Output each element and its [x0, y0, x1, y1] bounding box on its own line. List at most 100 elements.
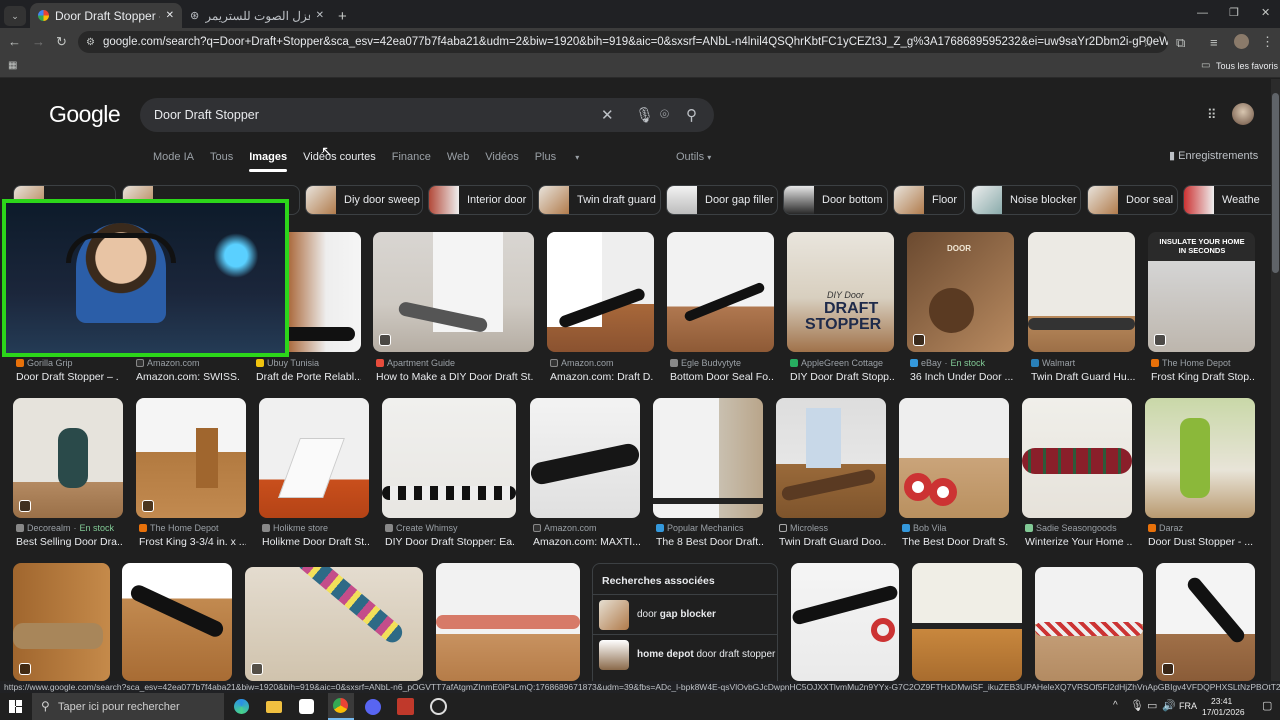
chip-floor[interactable]: Floor	[893, 185, 965, 215]
chip-twin-draft-guard[interactable]: Twin draft guard	[538, 185, 661, 215]
result-title[interactable]: Best Selling Door Dra...	[16, 536, 123, 548]
windows-start-icon[interactable]	[9, 700, 22, 713]
result-source[interactable]: Walmart	[1031, 358, 1135, 368]
tab-tous[interactable]: Tous	[210, 151, 233, 163]
tab-images[interactable]: Images	[249, 151, 287, 172]
tab-mode-ia[interactable]: Mode IA	[153, 151, 194, 163]
scrollbar-thumb[interactable]	[1272, 93, 1279, 273]
result-source[interactable]: Ubuy Tunisia	[256, 358, 361, 368]
result-image[interactable]	[912, 563, 1022, 681]
network-icon[interactable]: ▭	[1147, 699, 1157, 712]
result-image[interactable]: INSULATE YOUR HOME IN SECONDS	[1148, 232, 1255, 352]
result-title[interactable]: Twin Draft Guard Hu...	[1031, 371, 1135, 383]
result-image[interactable]	[547, 232, 654, 352]
result-image[interactable]	[899, 398, 1009, 518]
bookmark-star-icon[interactable]: ☆	[1142, 35, 1154, 51]
result-source[interactable]: Holikme store	[262, 523, 369, 533]
result-source[interactable]: Gorilla Grip	[16, 358, 116, 368]
tab-videos-courtes[interactable]: Vidéos courtes	[303, 151, 376, 163]
minimize-icon[interactable]: —	[1197, 7, 1208, 19]
all-bookmarks-link[interactable]: Tous les favoris	[1216, 61, 1278, 71]
reload-icon[interactable]: ↻	[56, 34, 67, 50]
file-explorer-icon[interactable]	[266, 701, 282, 713]
result-source[interactable]: Daraz	[1148, 523, 1255, 533]
google-apps-icon[interactable]: ⠿	[1207, 107, 1217, 123]
result-source[interactable]: Microless	[779, 523, 886, 533]
result-image[interactable]	[653, 398, 763, 518]
chip-door-gap-filler[interactable]: Door gap filler	[666, 185, 778, 215]
extensions-icon[interactable]: ⧉	[1176, 35, 1185, 51]
notification-icon[interactable]: ▢	[1262, 699, 1272, 712]
result-title[interactable]: Twin Draft Guard Doo...	[779, 536, 886, 548]
result-title[interactable]: How to Make a DIY Door Draft St...	[376, 371, 534, 383]
result-title[interactable]: Amazon.com: MAXTI...	[533, 536, 640, 548]
result-title[interactable]: Bottom Door Seal Fo...	[670, 371, 774, 383]
result-title[interactable]: Draft de Porte Relabl...	[256, 371, 361, 383]
result-source[interactable]: Create Whimsy	[385, 523, 516, 533]
tab-google-search[interactable]: Door Draft Stopper - Recherche ✕	[30, 3, 182, 28]
forward-icon[interactable]: →	[32, 34, 45, 49]
chip-diy-door-sweep[interactable]: Diy door sweep	[305, 185, 423, 215]
result-source[interactable]: Amazon.com	[136, 358, 236, 368]
result-title[interactable]: The Best Door Draft S...	[902, 536, 1009, 548]
chip-door-bottom[interactable]: Door bottom	[783, 185, 888, 215]
page-scrollbar[interactable]	[1271, 79, 1280, 681]
result-image[interactable]	[667, 232, 774, 352]
search-input[interactable]: Door Draft Stopper	[154, 108, 259, 122]
search-icon[interactable]: ⚲	[686, 106, 697, 124]
result-source[interactable]: Bob Vila	[902, 523, 1009, 533]
result-title[interactable]: Door Dust Stopper - ...	[1148, 536, 1255, 548]
related-item[interactable]: door gap blocker	[593, 594, 777, 634]
result-source[interactable]: Popular Mechanics	[656, 523, 763, 533]
discord-icon[interactable]	[365, 699, 381, 715]
obs-icon[interactable]	[430, 698, 447, 715]
result-image[interactable]	[122, 563, 232, 681]
result-source[interactable]: eBay · En stock	[910, 358, 1014, 368]
result-source[interactable]: Egle Budvytyte	[670, 358, 774, 368]
chip-weather[interactable]: Weathe	[1183, 185, 1280, 215]
result-source[interactable]: The Home Depot	[1151, 358, 1255, 368]
streamer-app-icon[interactable]	[397, 698, 414, 715]
result-image[interactable]	[13, 563, 110, 681]
store-icon[interactable]	[299, 699, 314, 714]
google-logo[interactable]: Google	[49, 101, 121, 128]
address-bar[interactable]: ⚙ google.com/search?q=Door+Draft+Stopper…	[78, 31, 1168, 53]
result-title[interactable]: Amazon.com: Draft D...	[550, 371, 654, 383]
result-source[interactable]: The Home Depot	[139, 523, 246, 533]
result-image[interactable]	[530, 398, 640, 518]
new-tab-icon[interactable]: +	[338, 8, 347, 25]
tab-web[interactable]: Web	[447, 151, 469, 163]
result-image[interactable]	[791, 563, 899, 681]
tab-finance[interactable]: Finance	[392, 151, 431, 163]
tab-arabic[interactable]: ⊛ حلول عزل الصوت للستريمر ✕	[182, 3, 332, 28]
saved-button[interactable]: ▮ Enregistrements	[1169, 149, 1258, 162]
result-title[interactable]: Frost King 3-3/4 in. x ...	[139, 536, 246, 548]
result-image[interactable]	[373, 232, 534, 352]
chip-door-seal[interactable]: Door seal	[1087, 185, 1178, 215]
result-title[interactable]: Amazon.com: SWISS...	[136, 371, 240, 383]
result-title[interactable]: 36 Inch Under Door ...	[910, 371, 1014, 383]
search-box[interactable]: Door Draft Stopper ✕ 🎙 ⌾ ⚲	[140, 98, 714, 132]
profile-avatar[interactable]	[1234, 34, 1249, 49]
result-image[interactable]	[1028, 232, 1135, 352]
lens-icon[interactable]: ⌾	[660, 106, 669, 123]
result-image[interactable]	[1035, 567, 1143, 681]
clock-time[interactable]: 23:41	[1211, 696, 1232, 706]
chrome-icon[interactable]	[328, 693, 354, 720]
chip-noise-blocker[interactable]: Noise blocker	[971, 185, 1081, 215]
edge-icon[interactable]	[234, 699, 249, 714]
close-window-icon[interactable]: ✕	[1261, 6, 1270, 19]
close-tab-icon[interactable]: ✕	[166, 10, 174, 21]
clock-date[interactable]: 17/01/2026	[1202, 707, 1245, 717]
result-source[interactable]: Sadie Seasongoods	[1025, 523, 1132, 533]
result-title[interactable]: Door Draft Stopper – ...	[16, 371, 118, 383]
result-image[interactable]	[245, 567, 423, 681]
mic-tray-icon[interactable]: 🎙	[1130, 699, 1144, 712]
result-image[interactable]	[1022, 398, 1132, 518]
result-image[interactable]	[136, 398, 246, 518]
tab-videos[interactable]: Vidéos	[485, 151, 518, 163]
result-title[interactable]: Holikme Door Draft St...	[262, 536, 369, 548]
result-source[interactable]: Amazon.com	[550, 358, 654, 368]
result-title[interactable]: The 8 Best Door Draft...	[656, 536, 763, 548]
language-indicator[interactable]: FRA	[1179, 701, 1197, 711]
